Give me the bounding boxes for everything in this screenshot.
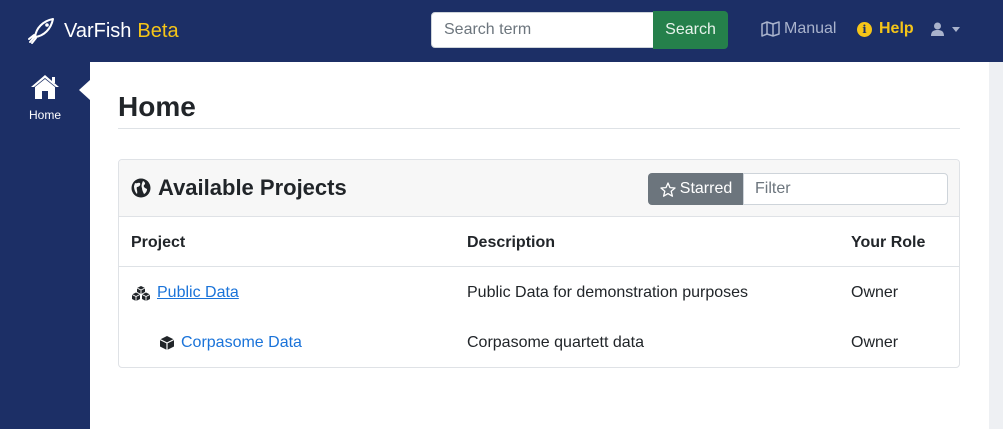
table-row: Public Data xyxy=(131,284,239,302)
search-input[interactable] xyxy=(431,12,654,48)
project-role: Owner xyxy=(851,334,899,351)
title-divider xyxy=(118,128,960,129)
globe-icon xyxy=(131,178,151,198)
help-label: Help xyxy=(879,20,914,37)
column-header-project[interactable]: Project xyxy=(131,234,185,252)
user-menu-dropdown[interactable] xyxy=(931,22,960,36)
starred-label: Starred xyxy=(679,180,733,197)
star-icon xyxy=(660,181,676,197)
cubes-icon xyxy=(131,286,151,301)
brand-beta-badge: Beta xyxy=(137,19,179,42)
main-content: Home Available Projects Starred Project … xyxy=(90,62,989,429)
search-button[interactable]: Search xyxy=(653,11,728,49)
top-navbar: VarFish Beta Search Manual i Help xyxy=(0,0,1003,62)
projects-card: Available Projects Starred Project Descr… xyxy=(118,159,960,368)
fish-logo-icon xyxy=(28,18,54,44)
map-icon xyxy=(761,21,780,37)
sidebar-item-label: Home xyxy=(28,108,61,122)
project-link-public-data[interactable]: Public Data xyxy=(157,284,239,302)
manual-link[interactable]: Manual xyxy=(761,20,836,38)
project-description: Corpasome quartett data xyxy=(467,334,644,351)
filter-input[interactable] xyxy=(743,173,948,205)
info-circle-icon: i xyxy=(857,21,872,37)
table-row: Corpasome Data xyxy=(159,334,302,352)
table-header-divider xyxy=(119,266,959,267)
home-icon xyxy=(31,75,59,99)
project-description: Public Data for demonstration purposes xyxy=(467,284,749,301)
project-role: Owner xyxy=(851,284,899,301)
card-title: Available Projects xyxy=(131,175,347,201)
column-header-description[interactable]: Description xyxy=(467,234,555,252)
column-header-role[interactable]: Your Role xyxy=(851,234,925,252)
chevron-down-icon xyxy=(952,26,960,32)
scrollbar-track[interactable] xyxy=(989,62,1003,429)
active-indicator xyxy=(79,80,90,100)
card-title-text: Available Projects xyxy=(158,175,347,200)
help-link[interactable]: i Help xyxy=(857,20,914,38)
project-link-corpasome-data[interactable]: Corpasome Data xyxy=(181,334,302,352)
brand-name: VarFish xyxy=(64,19,132,42)
starred-filter-button[interactable]: Starred xyxy=(648,173,744,205)
left-sidebar: Home xyxy=(0,62,90,429)
page-title: Home xyxy=(118,91,196,122)
sidebar-item-home[interactable]: Home xyxy=(0,74,90,124)
user-icon xyxy=(931,22,944,36)
card-header: Available Projects Starred xyxy=(119,160,959,217)
brand-link[interactable]: VarFish Beta xyxy=(26,14,179,48)
manual-label: Manual xyxy=(784,20,837,37)
cube-icon xyxy=(159,336,175,350)
